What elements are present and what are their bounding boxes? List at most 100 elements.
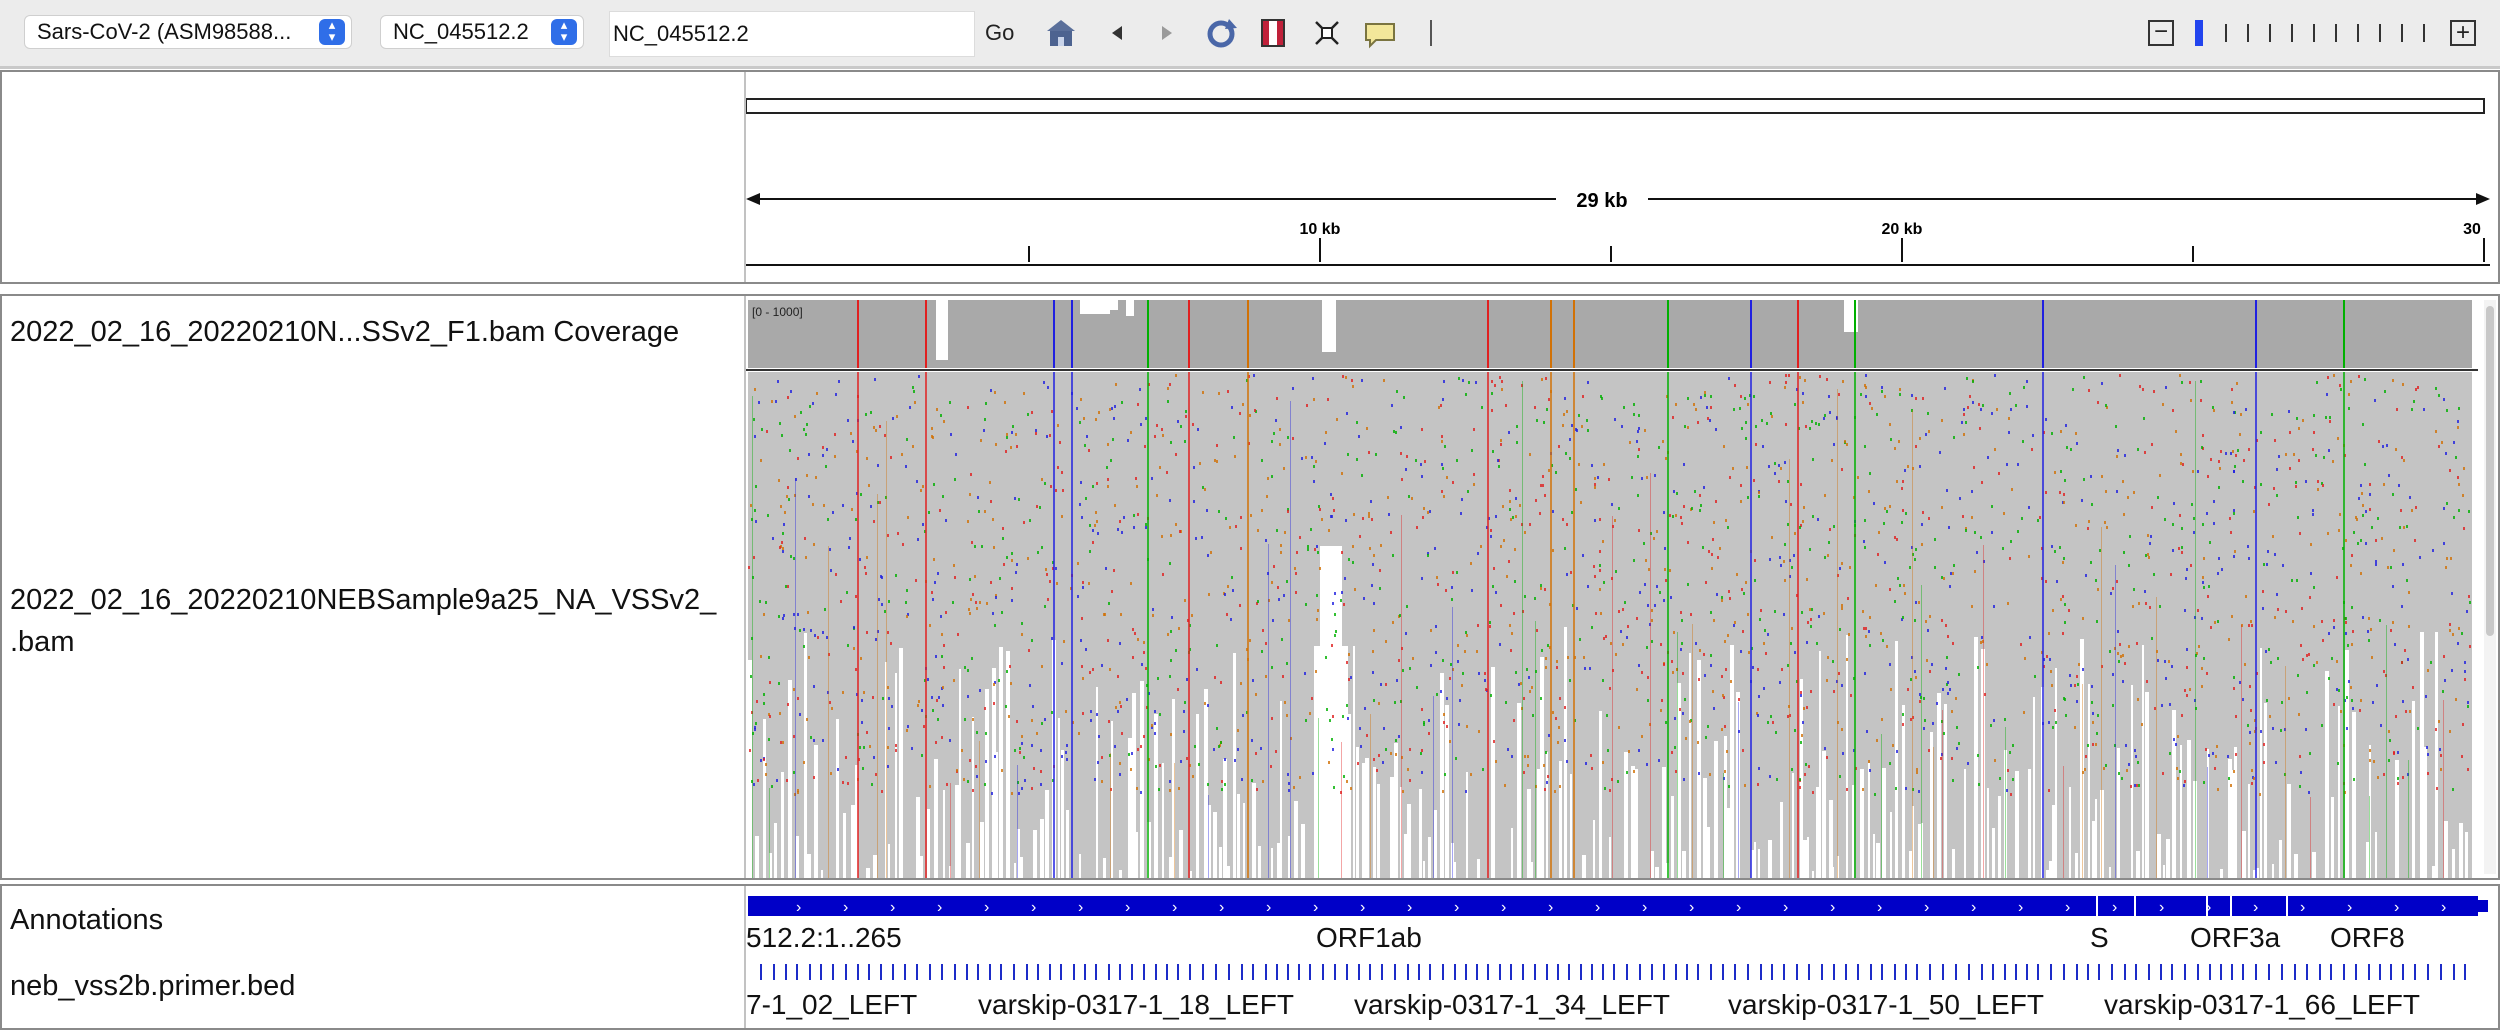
- chevron-right-icon: ›: [1360, 899, 1365, 916]
- mismatch-base: [1107, 478, 1109, 481]
- scrollbar-thumb[interactable]: [2486, 306, 2494, 636]
- mismatch-base: [1500, 439, 1502, 442]
- mismatch-column: [1110, 753, 1111, 878]
- refresh-icon[interactable]: [1203, 16, 1237, 50]
- mismatch-base: [1192, 775, 1194, 778]
- mismatch-base: [2401, 456, 2403, 459]
- forward-icon[interactable]: [1150, 16, 1184, 50]
- mismatch-base: [1826, 378, 1828, 381]
- mismatch-base: [993, 702, 995, 705]
- mismatch-base: [799, 629, 801, 632]
- mismatch-base: [2413, 400, 2415, 403]
- mismatch-base: [1881, 390, 1883, 393]
- mismatch-base: [2091, 701, 2093, 704]
- mismatch-base: [2301, 607, 2303, 610]
- mismatch-base: [1005, 450, 1007, 453]
- mismatch-base: [1059, 441, 1061, 444]
- alignment-track-name-line2[interactable]: .bam: [10, 626, 74, 659]
- mismatch-base: [2125, 744, 2127, 747]
- mismatch-base: [1006, 436, 1008, 439]
- mismatch-column: [2063, 766, 2064, 878]
- mismatch-base: [1288, 619, 1290, 622]
- mismatch-base: [1029, 684, 1031, 687]
- mismatch-base: [1092, 541, 1094, 544]
- mismatch-base: [984, 510, 986, 513]
- mismatch-base: [1373, 758, 1375, 761]
- primer-track-name[interactable]: neb_vss2b.primer.bed: [10, 970, 295, 1003]
- read-gap: [781, 772, 784, 878]
- locus-input[interactable]: NC_045512.2: [609, 11, 975, 57]
- zoom-out-button[interactable]: −: [2148, 20, 2174, 46]
- vertical-scrollbar[interactable]: [2484, 300, 2496, 874]
- popup-text-icon[interactable]: [1362, 16, 1396, 50]
- mismatch-column: [1983, 545, 1984, 878]
- mismatch-base: [2345, 621, 2347, 624]
- mismatch-base: [1304, 672, 1306, 675]
- mismatch-base: [1286, 580, 1288, 583]
- read-gap: [2069, 787, 2071, 878]
- chromosome-dropdown[interactable]: NC_045512.2 ▴ ▾: [380, 15, 584, 49]
- mismatch-base: [1233, 436, 1235, 439]
- fit-window-icon[interactable]: [1310, 16, 1344, 50]
- mismatch-base: [1660, 643, 1662, 646]
- zoom-in-label: +: [2455, 19, 2470, 46]
- mismatch-base: [1340, 599, 1342, 602]
- mismatch-base: [810, 736, 812, 739]
- genome-dropdown[interactable]: Sars-CoV-2 (ASM98588... ▴ ▾: [24, 15, 352, 49]
- mismatch-base: [2329, 420, 2331, 423]
- mismatch-base: [1641, 735, 1643, 738]
- mismatch-base: [1167, 400, 1169, 403]
- mismatch-base: [1681, 642, 1683, 645]
- primer-tick: [1845, 964, 1847, 980]
- mismatch-base: [1919, 437, 1921, 440]
- mismatch-base: [1860, 393, 1862, 396]
- annotations-track-name[interactable]: Annotations: [10, 904, 163, 937]
- primer-tick: [2355, 964, 2357, 980]
- read-gap: [1288, 836, 1290, 878]
- read-gap: [763, 719, 766, 878]
- primer-tick: [2209, 964, 2211, 980]
- home-icon[interactable]: [1044, 16, 1078, 50]
- coverage-track-name[interactable]: 2022_02_16_20220210N...SSv2_F1.bam Cover…: [10, 316, 679, 349]
- zoom-in-button[interactable]: +: [2450, 20, 2476, 46]
- mismatch-base: [2002, 547, 2004, 550]
- mismatch-base: [1566, 760, 1568, 763]
- go-button[interactable]: Go: [985, 20, 1014, 46]
- primer-tick: [1857, 964, 1859, 980]
- mismatch-base: [1683, 778, 1685, 781]
- mismatch-base: [1717, 556, 1719, 559]
- read-gap: [1895, 641, 1898, 878]
- mismatch-base: [2112, 704, 2114, 707]
- mismatch-base: [2277, 657, 2279, 660]
- mismatch-base: [1547, 644, 1549, 647]
- mismatch-base: [2139, 385, 2141, 388]
- mismatch-base: [2388, 474, 2390, 477]
- alignment-view[interactable]: [0 - 1000]: [746, 296, 2478, 878]
- mismatch-base: [1699, 509, 1701, 512]
- mismatch-base: [1615, 570, 1617, 573]
- mismatch-base: [2133, 491, 2135, 494]
- roi-icon[interactable]: [1256, 16, 1290, 50]
- mismatch-base: [1092, 668, 1094, 671]
- mismatch-column: [2310, 797, 2311, 878]
- chevron-right-icon: ›: [796, 899, 801, 916]
- feature-view[interactable]: › › › › › › › › › › › › › › › › › › › › › › › › › › › › › › › › › › › › 512…: [746, 886, 2490, 1028]
- back-icon[interactable]: [1100, 16, 1134, 50]
- mismatch-base: [2172, 549, 2174, 552]
- mismatch-base: [1107, 485, 1109, 488]
- mismatch-base: [2457, 476, 2459, 479]
- read-gap: [2312, 852, 2316, 878]
- primer-tick: [1651, 964, 1653, 980]
- mismatch-base: [2066, 446, 2068, 449]
- mismatch-base: [814, 634, 816, 637]
- mismatch-base: [1257, 600, 1259, 603]
- mismatch-base: [2401, 661, 2403, 664]
- primer-tick: [1894, 964, 1896, 980]
- gene-boundary: [2230, 896, 2232, 916]
- alignment-track-name-line1[interactable]: 2022_02_16_20220210NEBSample9a25_NA_VSSv…: [10, 584, 716, 617]
- read-gap: [1365, 758, 1369, 878]
- mismatch-base: [1390, 531, 1392, 534]
- mismatch-base: [2407, 658, 2409, 661]
- zoom-slider[interactable]: [2190, 18, 2450, 48]
- mismatch-base: [870, 411, 872, 414]
